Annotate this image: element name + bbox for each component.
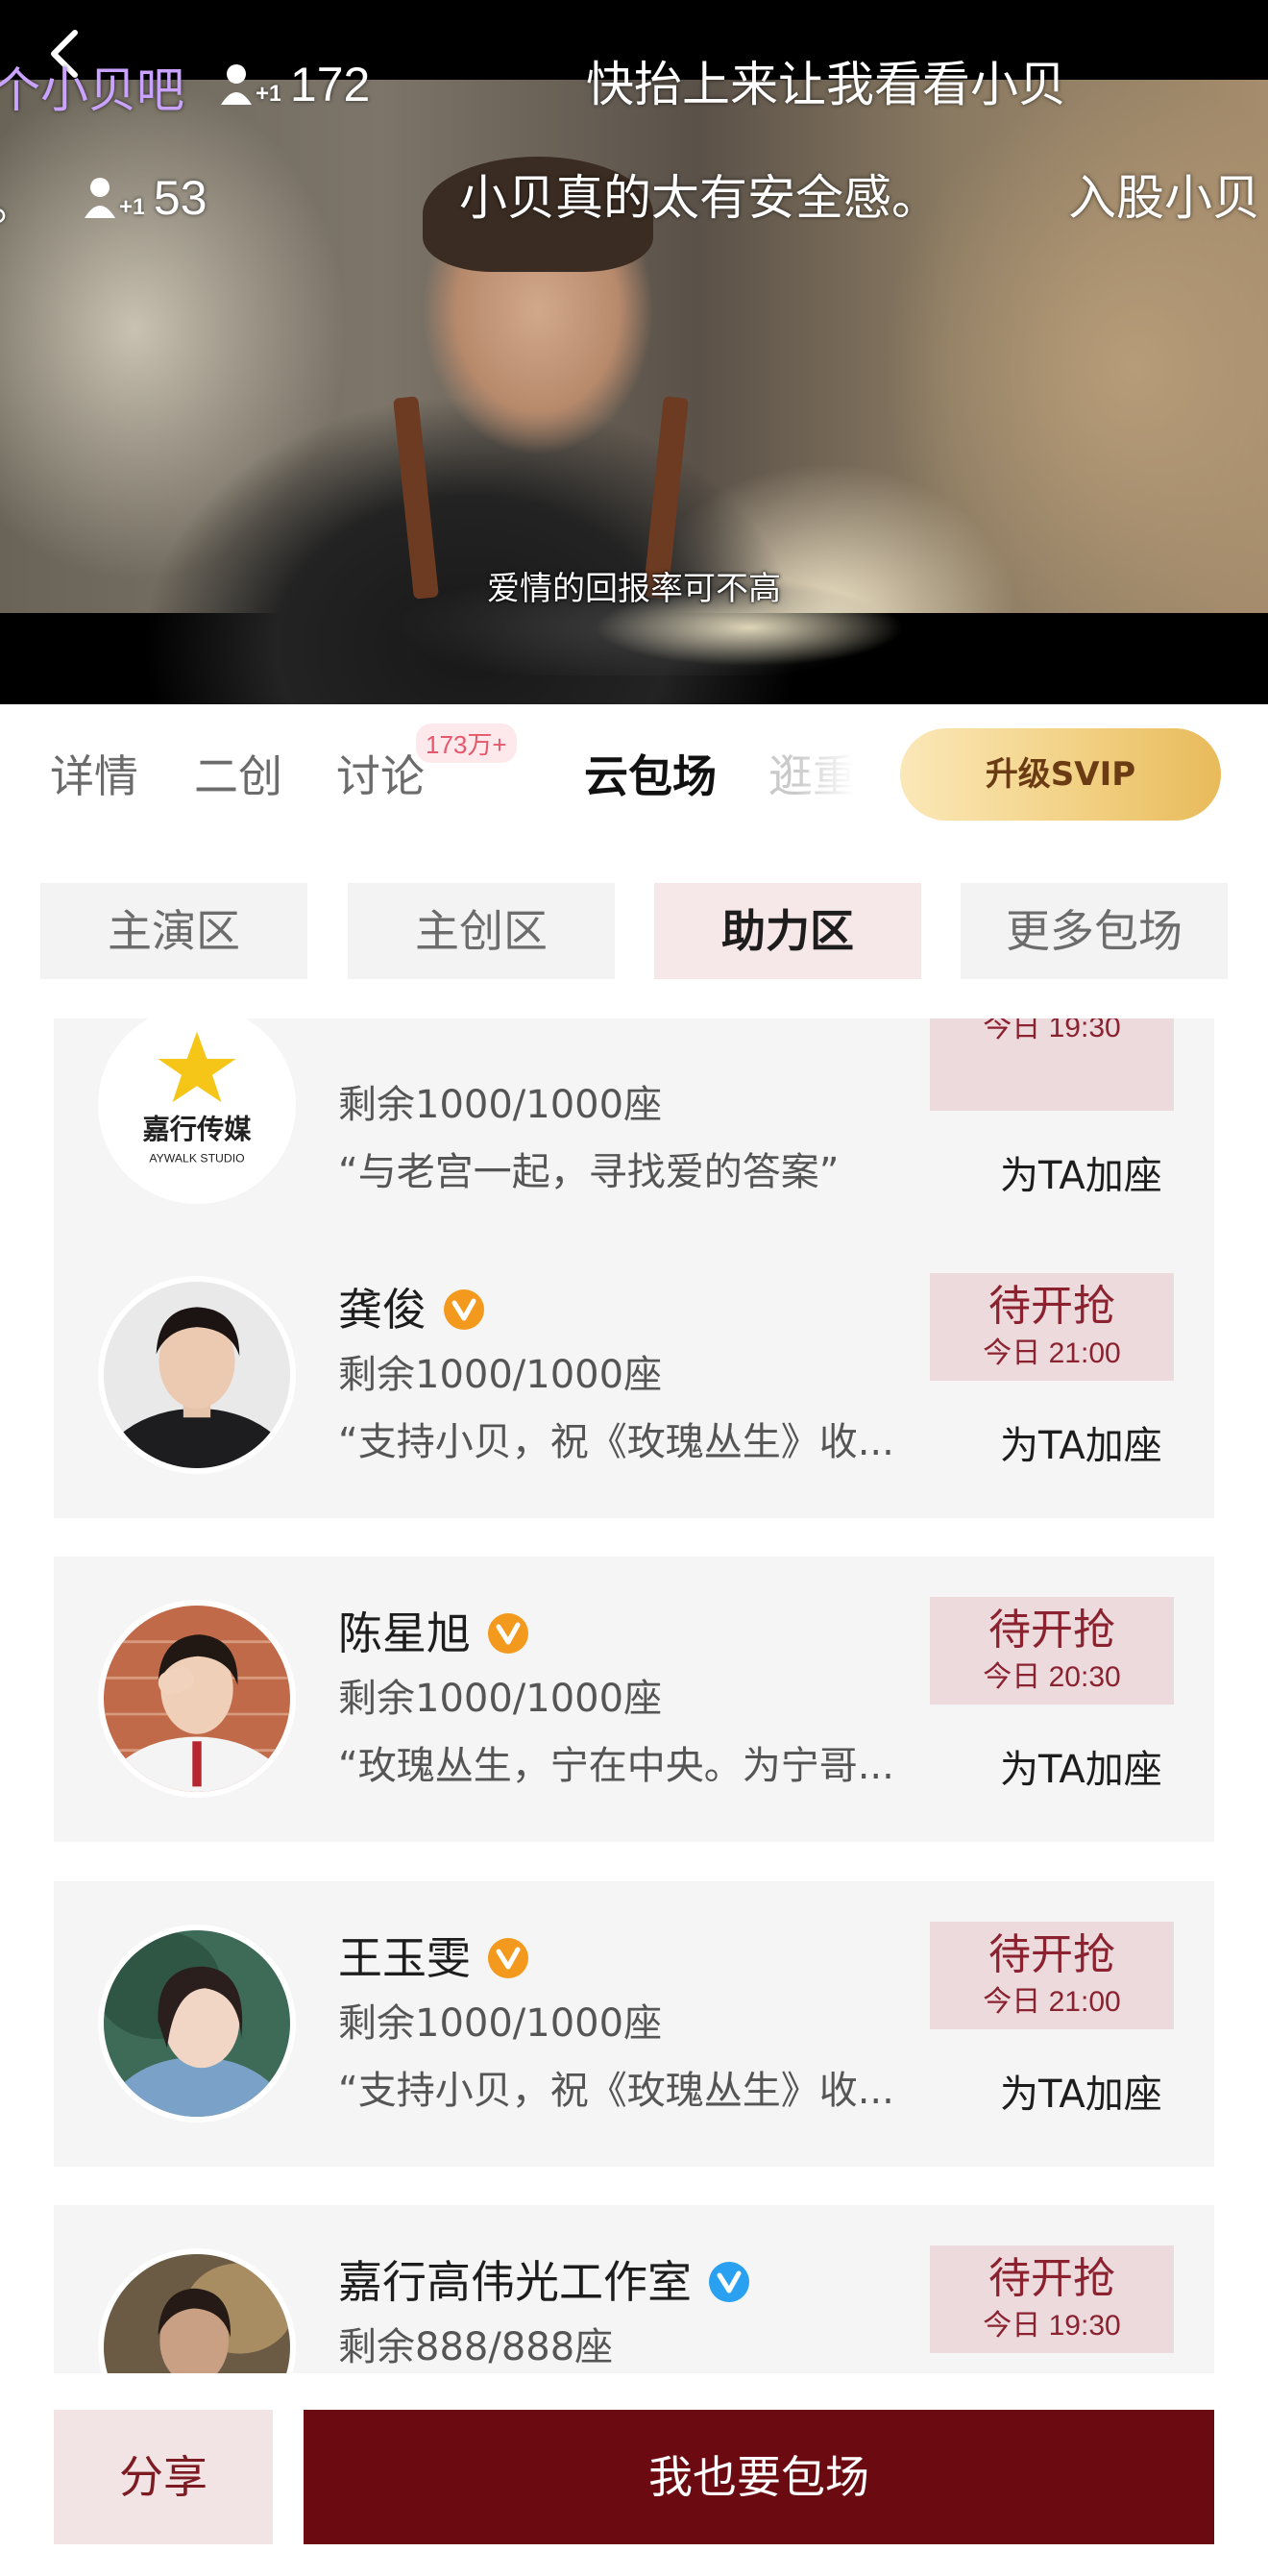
bottom-action-bar: 分享 我也要包场 [0,2373,1268,2576]
filter-lead-actors[interactable]: 主演区 [40,883,307,979]
list-item[interactable]: 龚俊 剩余1000/1000座 “支持小贝，祝《玫瑰丛生》收... 待开抢 今日… [54,1233,1214,1518]
svg-text:+1: +1 [119,194,144,220]
verified-orange-icon [488,1613,528,1654]
name-row: 龚俊 [338,1281,486,1338]
plus-one-user-icon: +1 [220,64,280,107]
start-time: 今日 19:30 [983,2310,1121,2342]
video-subtitle: 爱情的回报率可不高 [487,570,781,608]
add-seat-button[interactable]: 为TA加座 [1000,2070,1162,2120]
tab-fan-creations[interactable]: 二创 [194,748,282,805]
video-frame [0,80,1268,704]
name-row: 嘉行高伟光工作室 [338,2253,751,2311]
verified-orange-icon [488,1938,528,1978]
danmaku-likes: +1 172 [220,56,370,113]
remaining-seats: 剩余1000/1000座 [338,1353,663,1397]
sponsor-name: 嘉行高伟光工作室 [338,2256,692,2308]
support-message: “与老宫一起，寻找爱的答案” [338,1150,840,1194]
upgrade-svip-button[interactable]: 升级SVIP [900,728,1221,821]
content-tabs: 详情 二创 讨论 173万+ 云包场 逛重 升级SVIP [0,704,1268,848]
grab-status[interactable]: 今日 19:30 [930,1018,1174,1111]
support-message: “玫瑰丛生，宁在中央。为宁哥... [338,1744,894,1788]
tab-cloud-screening[interactable]: 云包场 [584,748,717,805]
avatar: 嘉行传媒 AYWALK STUDIO [98,1018,296,1204]
video-player[interactable]: 个小贝吧 +1 172 快抬上来让我看看小贝 。 +1 53 小贝真的太有安全感… [0,0,1268,704]
add-seat-button[interactable]: 为TA加座 [1000,1421,1162,1471]
danmaku-comment: 快抬上来让我看看小贝 [586,57,1066,112]
start-time: 今日 19:30 [983,1018,1121,1043]
filter-more-screenings[interactable]: 更多包场 [961,883,1228,979]
add-seat-button[interactable]: 为TA加座 [1000,1745,1162,1795]
danmaku-comment: 入股小贝 [1068,170,1260,226]
start-time: 今日 20:30 [983,1661,1121,1693]
support-message: “支持小贝，祝《玫瑰丛生》收... [338,2069,894,2113]
danmaku-comment: 个小贝吧 +1 172 [0,56,371,118]
danmaku-comment: 小贝真的太有安全感。 [459,170,939,226]
grab-status[interactable]: 待开抢 今日 21:00 [930,1922,1174,2029]
start-time: 今日 21:00 [983,1986,1121,2018]
sponsor-name: 陈星旭 [338,1607,471,1659]
grab-status[interactable]: 待开抢 今日 21:00 [930,1273,1174,1381]
remaining-seats: 剩余1000/1000座 [338,1677,663,1721]
list-item[interactable]: 嘉行高伟光工作室 剩余888/888座 待开抢 今日 19:30 [54,2205,1214,2373]
avatar [98,2248,296,2373]
support-message: “支持小贝，祝《玫瑰丛生》收... [338,1420,894,1464]
grab-status[interactable]: 待开抢 今日 19:30 [930,2245,1174,2353]
discussion-count-badge: 173万+ [416,724,517,763]
start-time: 今日 21:00 [983,1337,1121,1369]
remaining-seats: 剩余1000/1000座 [338,2001,663,2046]
filter-creators[interactable]: 主创区 [348,883,615,979]
verified-blue-icon [709,2262,749,2302]
remaining-seats: 剩余888/888座 [338,2325,614,2369]
danmaku-likes: +1 53 [84,169,207,227]
share-button[interactable]: 分享 [54,2410,273,2544]
add-seat-button[interactable]: 为TA加座 [1000,1151,1162,1201]
list-item[interactable]: 陈星旭 剩余1000/1000座 “玫瑰丛生，宁在中央。为宁哥... 待开抢 今… [54,1557,1214,1842]
tab-discussion[interactable]: 讨论 [336,748,425,805]
list-item[interactable]: 嘉行传媒 AYWALK STUDIO 剩余1000/1000座 “与老宫一起，寻… [54,1018,1214,1248]
tab-more-overflow[interactable]: 逛重 [768,748,855,805]
verified-orange-icon [444,1289,484,1330]
avatar [98,1925,296,2122]
company-logo-subtext: AYWALK STUDIO [149,1151,244,1165]
screening-list[interactable]: 嘉行传媒 AYWALK STUDIO 剩余1000/1000座 “与老宫一起，寻… [0,1018,1268,2373]
remaining-seats: 剩余1000/1000座 [338,1083,663,1127]
zone-filters: 主演区 主创区 助力区 更多包场 [0,848,1268,993]
name-row: 陈星旭 [338,1605,530,1662]
avatar [98,1600,296,1798]
book-screening-button[interactable]: 我也要包场 [304,2410,1214,2544]
company-logo-text: 嘉行传媒 [143,1114,253,1145]
name-row: 王玉雯 [338,1929,530,1987]
plus-one-user-icon: +1 [84,178,144,220]
danmaku-comment: 。 +1 53 [0,169,207,233]
grab-status[interactable]: 待开抢 今日 20:30 [930,1597,1174,1705]
sponsor-name: 王玉雯 [338,1932,471,1984]
svg-text:+1: +1 [256,81,280,107]
list-item[interactable]: 王玉雯 剩余1000/1000座 “支持小贝，祝《玫瑰丛生》收... 待开抢 今… [54,1881,1214,2167]
filter-support-zone[interactable]: 助力区 [654,883,921,979]
avatar [98,1276,296,1474]
tab-details[interactable]: 详情 [50,748,138,805]
sponsor-name: 龚俊 [338,1284,427,1336]
